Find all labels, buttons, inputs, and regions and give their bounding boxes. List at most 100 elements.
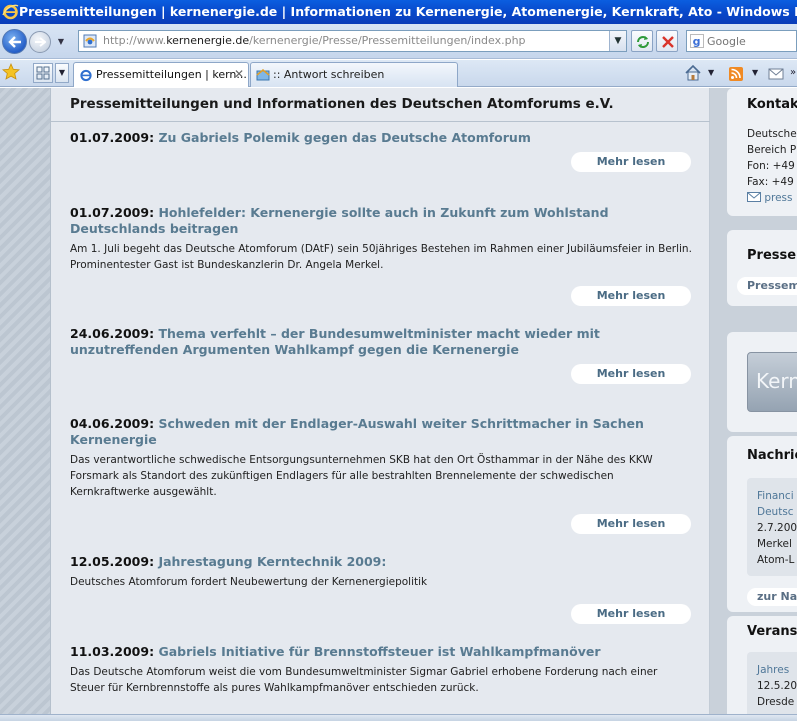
- news-item: 12.05.2009: Jahrestagung Kerntechnik 200…: [70, 554, 692, 590]
- news-date: 24.06.2009:: [70, 326, 155, 341]
- more-button[interactable]: Mehr lesen: [571, 152, 691, 172]
- url-prefix: http://www.: [103, 34, 167, 47]
- internet-explorer-icon: [2, 4, 19, 20]
- news-headline: 04.06.2009: Schweden mit der Endlager-Au…: [70, 416, 692, 448]
- tab-label: Pressemitteilungen | kern...: [96, 68, 247, 81]
- right-sidebar: Kontakt Deutsche Bereich P Fon: +49 Fax:…: [727, 88, 797, 714]
- favorites-star-icon[interactable]: [2, 63, 20, 81]
- news-line: Merkel: [757, 538, 792, 550]
- address-field[interactable]: http://www.kernenergie.de/kernenergie/Pr…: [78, 30, 627, 52]
- quick-tabs-button[interactable]: [33, 63, 53, 83]
- contact-email-link[interactable]: press: [764, 192, 792, 204]
- news-headline: 01.07.2009: Hohlefelder: Kernenergie sol…: [70, 205, 692, 237]
- home-dropdown-icon[interactable]: ▼: [708, 64, 716, 82]
- svg-text:g: g: [693, 35, 701, 48]
- event-line: Dresde: [757, 696, 795, 708]
- news-heading: Nachrich: [747, 448, 797, 463]
- history-dropdown-icon[interactable]: ▼: [56, 37, 66, 47]
- arrow-right-icon: [35, 37, 46, 47]
- home-icon[interactable]: [684, 64, 702, 82]
- news-source: Financi: [757, 488, 794, 504]
- contact-line: Fax: +49: [747, 176, 794, 188]
- url-text: http://www.kernenergie.de/kernenergie/Pr…: [103, 31, 526, 51]
- tab-list-dropdown-icon[interactable]: ▼: [55, 63, 69, 83]
- page-icon: [83, 34, 97, 48]
- navigation-toolbar: ▼ http://www.kernenergie.de/kernenergie/…: [0, 24, 797, 59]
- news-headline: 24.06.2009: Thema verfehlt – der Bundesu…: [70, 326, 692, 358]
- sidebar-gutter: [710, 88, 727, 714]
- kernenergie-banner[interactable]: Kerne: [747, 352, 797, 412]
- news-item: 24.06.2009: Thema verfehlt – der Bundesu…: [70, 326, 692, 358]
- tab-pressemitteilungen[interactable]: Pressemitteilungen | kern... ✕: [73, 62, 249, 87]
- url-path: /kernenergie/Presse/Pressemitteilungen/i…: [249, 34, 526, 47]
- forum-page-icon: [256, 68, 270, 81]
- presse-heading: Presse: [747, 248, 797, 263]
- rss-dropdown-icon[interactable]: ▼: [752, 64, 760, 82]
- main-header: Pressemitteilungen und Informationen des…: [51, 88, 711, 122]
- contact-line: Fon: +49: [747, 160, 795, 172]
- more-button[interactable]: Mehr lesen: [571, 364, 691, 384]
- stop-button[interactable]: [656, 30, 678, 52]
- refresh-button[interactable]: [631, 30, 653, 52]
- tab-bar: ▼ Pressemitteilungen | kern... ✕ :: Antw…: [0, 60, 797, 87]
- window-title-bar[interactable]: Pressemitteilungen | kernenergie.de | In…: [0, 0, 797, 24]
- banner-text: Kerne: [756, 369, 797, 393]
- news-item: 01.07.2009: Zu Gabriels Polemik gegen da…: [70, 130, 692, 146]
- news-item: 04.06.2009: Schweden mit der Endlager-Au…: [70, 416, 692, 500]
- grid-icon: [36, 66, 50, 80]
- news-link[interactable]: Zu Gabriels Polemik gegen das Deutsche A…: [158, 130, 530, 145]
- more-button[interactable]: Mehr lesen: [571, 604, 691, 624]
- news-headline: 12.05.2009: Jahrestagung Kerntechnik 200…: [70, 554, 692, 570]
- status-bar: [0, 714, 797, 721]
- contact-email-row: press: [747, 190, 793, 206]
- page-title: Pressemitteilungen und Informationen des…: [70, 96, 614, 112]
- news-item: 01.07.2009: Hohlefelder: Kernenergie sol…: [70, 205, 692, 273]
- news-date: 12.05.2009:: [70, 554, 155, 569]
- news-link[interactable]: Jahrestagung Kerntechnik 2009:: [158, 554, 386, 569]
- presse-pill-link[interactable]: Pressem: [737, 277, 797, 295]
- window-title: Pressemitteilungen | kernenergie.de | In…: [19, 4, 797, 19]
- news-line: 2.7.200: [757, 522, 797, 534]
- main-content: Pressemitteilungen und Informationen des…: [50, 88, 711, 714]
- news-teaser: Am 1. Juli begeht das Deutsche Atomforum…: [70, 243, 692, 271]
- search-input[interactable]: [707, 32, 797, 50]
- news-date: 11.03.2009:: [70, 644, 155, 659]
- forward-button[interactable]: [29, 31, 51, 53]
- contact-line: Deutsche: [747, 128, 797, 140]
- url-host: kernenergie.de: [166, 34, 250, 47]
- news-date: 01.07.2009:: [70, 205, 155, 220]
- event-title: Jahres: [757, 662, 789, 678]
- news-teaser: Das verantwortliche schwedische Entsorgu…: [70, 454, 653, 498]
- tab-close-icon[interactable]: ✕: [232, 63, 246, 86]
- more-tools-icon[interactable]: »: [790, 64, 797, 82]
- news-source-link[interactable]: Financi: [757, 490, 794, 502]
- back-button[interactable]: [2, 29, 27, 54]
- news-date: 04.06.2009:: [70, 416, 155, 431]
- events-heading: Veranst: [747, 624, 797, 639]
- google-icon: g: [690, 34, 704, 48]
- rss-feed-icon[interactable]: [728, 64, 744, 82]
- news-headline: 11.03.2009: Gabriels Initiative für Bren…: [70, 644, 692, 660]
- address-dropdown-icon[interactable]: ▼: [609, 31, 626, 51]
- event-line: 12.5.20: [757, 680, 797, 692]
- event-link[interactable]: Jahres: [757, 664, 789, 676]
- news-link[interactable]: Schweden mit der Endlager-Auswahl weiter…: [70, 416, 644, 447]
- contact-heading: Kontakt: [747, 97, 797, 112]
- page-background-left: [0, 88, 50, 714]
- tab-antwort-schreiben[interactable]: :: Antwort schreiben: [250, 62, 458, 87]
- news-link[interactable]: Gabriels Initiative für Brennstoffsteuer…: [158, 644, 600, 659]
- envelope-icon: [747, 192, 761, 202]
- web-page: Pressemitteilungen und Informationen des…: [0, 88, 797, 714]
- news-more-pill[interactable]: zur Na: [747, 588, 797, 606]
- ie-page-icon: [80, 69, 92, 82]
- news-source2-link[interactable]: Deutsc: [757, 506, 794, 518]
- news-item: 11.03.2009: Gabriels Initiative für Bren…: [70, 644, 692, 696]
- search-box[interactable]: g: [686, 30, 797, 52]
- more-button[interactable]: Mehr lesen: [571, 514, 691, 534]
- contact-line: Bereich P: [747, 144, 797, 156]
- news-teaser: Das Deutsche Atomforum weist die vom Bun…: [70, 666, 658, 694]
- more-button[interactable]: Mehr lesen: [571, 286, 691, 306]
- mail-icon[interactable]: [768, 64, 784, 82]
- news-source2: Deutsc: [757, 504, 794, 520]
- refresh-icon: [637, 36, 649, 48]
